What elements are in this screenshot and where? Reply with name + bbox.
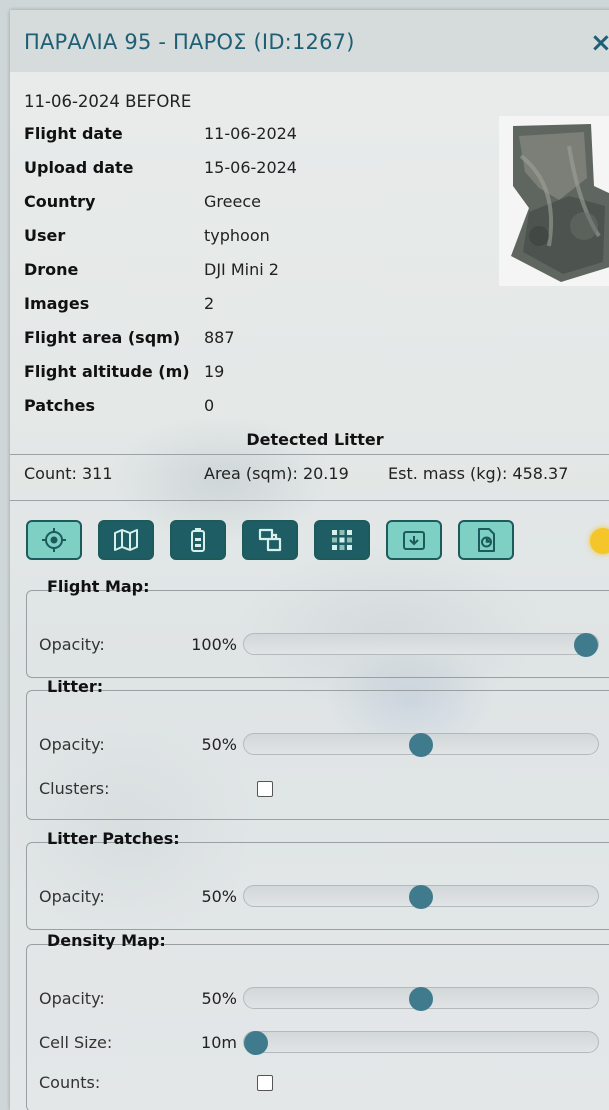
opacity-label: Opacity: — [39, 735, 105, 754]
counts-label: Counts: — [39, 1073, 101, 1092]
panel-title: ΠΑΡΑΛΙΑ 95 - ΠΑΡΟΣ (ID:1267) — [24, 30, 355, 54]
detail-key: Drone — [24, 260, 79, 279]
detail-value: DJI Mini 2 — [204, 260, 279, 279]
battery-button[interactable] — [170, 520, 226, 560]
opacity-value: 100% — [191, 635, 237, 654]
divider — [10, 454, 609, 455]
litter-opacity-slider[interactable] — [243, 733, 599, 757]
opacity-value: 50% — [201, 989, 237, 1008]
litter-legend: Litter: — [47, 677, 104, 696]
detail-key: Flight area (sqm) — [24, 328, 181, 347]
detail-key: Upload date — [24, 158, 134, 177]
download-folder-icon — [403, 531, 425, 550]
status-indicator — [590, 528, 609, 554]
map-icon — [114, 529, 138, 551]
flight-info-panel: ΠΑΡΑΛΙΑ 95 - ΠΑΡΟΣ (ID:1267) × 11-06-202… — [10, 10, 609, 1110]
litter-section: Litter: Opacity: 50% Clusters: — [26, 677, 609, 820]
detail-key: Country — [24, 192, 96, 211]
detail-value: 11-06-2024 — [204, 124, 297, 143]
battery-icon — [191, 528, 205, 552]
flight-map-legend: Flight Map: — [47, 577, 150, 596]
cell-size-slider[interactable] — [243, 1031, 599, 1055]
detail-key: Flight date — [24, 124, 123, 143]
opacity-label: Opacity: — [39, 989, 105, 1008]
litter-patches-section: Litter Patches: Opacity: 50% — [26, 829, 609, 930]
grid-button[interactable] — [314, 520, 370, 560]
layers-icon — [258, 528, 282, 552]
clusters-checkbox[interactable] — [257, 781, 273, 797]
counts-checkbox[interactable] — [257, 1075, 273, 1091]
opacity-value: 50% — [201, 735, 237, 754]
close-icon[interactable]: × — [590, 28, 609, 58]
density-opacity-slider[interactable] — [243, 987, 599, 1011]
slider-knob[interactable] — [244, 1031, 269, 1055]
map-button[interactable] — [98, 520, 154, 560]
detail-key: Flight altitude (m) — [24, 362, 190, 381]
opacity-label: Opacity: — [39, 635, 105, 654]
detail-value: 19 — [204, 362, 225, 381]
detail-value: 15-06-2024 — [204, 158, 297, 177]
litter-patches-legend: Litter Patches: — [47, 829, 180, 848]
flight-thumbnail[interactable] — [499, 116, 609, 286]
download-button[interactable] — [386, 520, 442, 560]
detail-key: User — [24, 226, 66, 245]
slider-knob[interactable] — [409, 733, 433, 757]
detail-key: Patches — [24, 396, 95, 415]
slider-knob[interactable] — [409, 987, 433, 1011]
litter-count: Count: 311 — [24, 464, 113, 483]
divider — [10, 500, 609, 501]
slider-knob[interactable] — [409, 885, 433, 909]
detected-litter-title: Detected Litter — [246, 430, 384, 449]
flight-label: 11-06-2024 BEFORE — [24, 92, 192, 111]
litter-patches-opacity-slider[interactable] — [243, 885, 599, 909]
locate-button[interactable] — [26, 520, 82, 560]
cell-size-label: Cell Size: — [39, 1033, 113, 1052]
litter-mass: Est. mass (kg): 458.37 — [388, 464, 569, 483]
cell-size-value: 10m — [201, 1033, 237, 1052]
slider-knob[interactable] — [573, 633, 598, 657]
panel-header: ΠΑΡΑΛΙΑ 95 - ΠΑΡΟΣ (ID:1267) × — [10, 10, 609, 72]
detail-value: 0 — [204, 396, 215, 415]
litter-area: Area (sqm): 20.19 — [204, 464, 349, 483]
detail-value: 887 — [204, 328, 235, 347]
export-button[interactable] — [458, 520, 514, 560]
flight-map-section: Flight Map: Opacity: 100% — [26, 577, 609, 678]
opacity-label: Opacity: — [39, 887, 105, 906]
detail-value: Greece — [204, 192, 261, 211]
detail-key: Images — [24, 294, 90, 313]
density-map-section: Density Map: Opacity: 50% Cell Size: 10m… — [26, 931, 609, 1110]
opacity-value: 50% — [201, 887, 237, 906]
locate-icon — [42, 528, 66, 552]
clusters-label: Clusters: — [39, 779, 110, 798]
density-map-legend: Density Map: — [47, 931, 166, 950]
grid-icon — [332, 530, 352, 550]
flight-map-opacity-slider[interactable] — [243, 633, 599, 657]
file-export-icon — [478, 528, 495, 552]
detail-value: typhoon — [204, 226, 270, 245]
layers-button[interactable] — [242, 520, 298, 560]
detail-value: 2 — [204, 294, 215, 313]
